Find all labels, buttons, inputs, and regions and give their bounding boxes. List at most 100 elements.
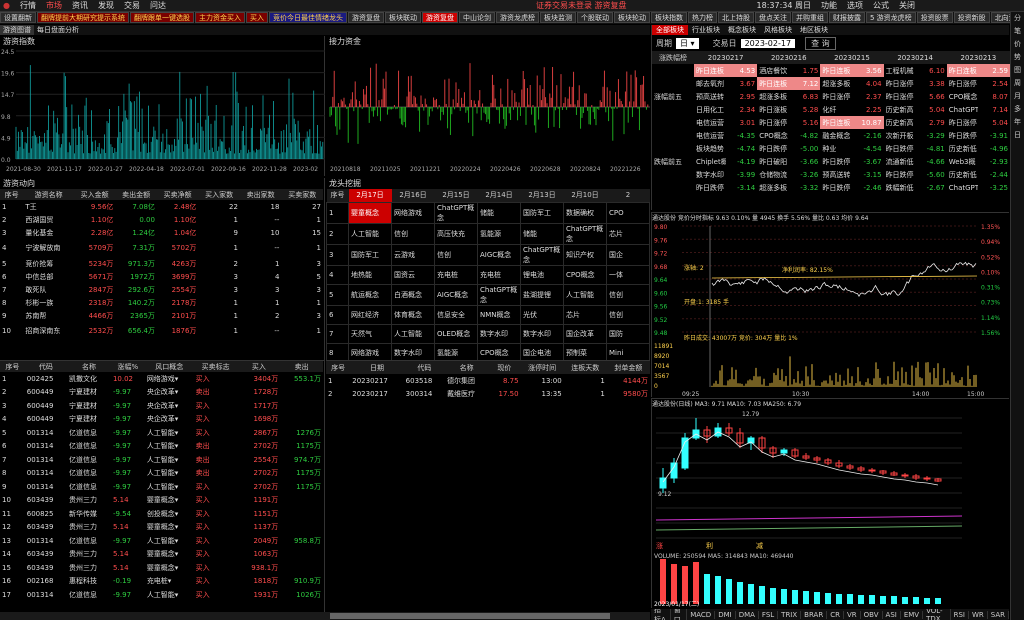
function-tab-11[interactable]: 板块监测 xyxy=(540,12,576,23)
sector-row[interactable]: 邮去氧剂 3.67 昨日连板 7.12 超涨多板 4.04 昨日涨停 3.38 昨日涨停 2.54 xyxy=(652,77,1010,90)
indicator-tab-0[interactable]: 指标A xyxy=(651,609,671,620)
dragon-row[interactable]: 3 国防军工 云游戏 信创 AIGC概念 ChatGPT概念 知识产权 国企 xyxy=(326,243,650,266)
dragon-col-0[interactable]: 序号 xyxy=(327,189,349,202)
horizontal-scrollbar[interactable] xyxy=(0,612,650,620)
sector-name[interactable]: 昨日涨停 xyxy=(947,116,979,129)
function-tab-5[interactable]: 竞价今日最佳情绪龙头 xyxy=(269,12,347,23)
function-tab-15[interactable]: 热力榜 xyxy=(688,12,717,23)
dragon-cell[interactable]: 人工智能 xyxy=(563,283,607,306)
function-tab-8[interactable]: 游资复盘 xyxy=(422,12,458,23)
stock-col-5[interactable]: 买卖标志 xyxy=(194,361,238,372)
sector-date-1[interactable]: 20230216 xyxy=(757,51,820,64)
dragon-cell[interactable]: 国企 xyxy=(606,243,650,266)
sector-name[interactable]: 昨日连板 xyxy=(820,64,852,77)
sector-name[interactable]: 昨日跌停 xyxy=(694,181,726,194)
sector-tab-1[interactable]: 行业板块 xyxy=(688,25,724,35)
stock-col-2[interactable]: 名称 xyxy=(67,361,111,372)
menu-item-3[interactable]: 发现 xyxy=(98,0,114,11)
dragon-col-2[interactable]: 2月16日 xyxy=(392,189,435,202)
indicator-tab-2[interactable]: MACD xyxy=(687,610,716,619)
sector-date-4[interactable]: 20230213 xyxy=(947,51,1010,64)
dragon-cell[interactable]: 信创 xyxy=(606,304,650,325)
function-tab-0[interactable]: 设置翻新 xyxy=(0,12,36,23)
side-tool-2[interactable]: 价 xyxy=(1011,38,1024,51)
date-input[interactable]: 2023-02-17 xyxy=(740,38,796,48)
dragon-cell[interactable]: 数字水印 xyxy=(520,323,564,344)
limit-col-1[interactable]: 日期 xyxy=(350,361,403,374)
sector-name[interactable]: 历史新低 xyxy=(947,168,979,181)
sector-name[interactable]: 超涨多板 xyxy=(820,77,852,90)
stock-col-1[interactable]: 代码 xyxy=(25,361,67,372)
sector-name[interactable]: 流通新低 xyxy=(884,155,916,168)
dragon-cell[interactable]: 高压快充 xyxy=(434,222,478,245)
top-right-menu-1[interactable]: 选项 xyxy=(847,0,863,11)
sector-name[interactable]: 邮去氧剂 xyxy=(694,77,726,90)
sector-row[interactable]: 涨幅前五 昨日连板 4.53 酒店餐饮 1.75 昨日连板 3.56 工程机械 6.10 昨日连板… xyxy=(652,64,1010,101)
indicator-tab-3[interactable]: DMI xyxy=(715,610,736,619)
stock-row[interactable]: 12 603439 贵州三力 5.14 婴童概念▾ 买入 1137万 xyxy=(0,521,323,535)
flow-row[interactable]: 6 中信总部 5671万 1972万 3699万 3 4 5 xyxy=(0,270,323,283)
limit-row[interactable]: 1 20230217 603518 德尔集团 8.75 13:00 1 4144万 xyxy=(326,374,650,387)
dragon-cell[interactable]: 天然气 xyxy=(348,323,392,344)
dragon-cell[interactable]: 人工智能 xyxy=(391,323,435,344)
side-tool-9[interactable]: 日 xyxy=(1011,129,1024,142)
sector-tab-2[interactable]: 概念板块 xyxy=(724,25,760,35)
dragon-cell[interactable]: 国企改革 xyxy=(563,323,607,344)
flow-row[interactable]: 2 西湖国贸 1.10亿 0.00 1.10亿 1 -- 1 xyxy=(0,213,323,226)
sector-name[interactable]: 跌幅新低 xyxy=(884,181,916,194)
sector-name[interactable]: 昨日涨停 xyxy=(757,116,789,129)
indicator-tab-9[interactable]: VR xyxy=(844,610,861,619)
stock-col-4[interactable]: 风口概念 xyxy=(145,361,194,372)
sector-date-3[interactable]: 20230214 xyxy=(884,51,947,64)
sector-name[interactable]: 昨日涨板 xyxy=(757,103,789,116)
dragon-cell[interactable]: ChatGPT概念 xyxy=(563,222,607,245)
sector-name[interactable]: 昨日跌停 xyxy=(884,168,916,181)
side-tool-3[interactable]: 势 xyxy=(1011,51,1024,64)
flow-row[interactable]: 4 宁波解放南 5709万 7.31万 5702万 1 -- 1 xyxy=(0,239,323,257)
stock-row[interactable]: 1 002425 凯撒文化 10.02 网络游戏▾ 买入 3404万 553.1万 xyxy=(0,372,323,386)
sector-name[interactable]: CPO概念 xyxy=(947,90,979,103)
stock-row[interactable]: 5 001314 亿道信息 -9.97 人工智能▾ 买入 2867万 1276万 xyxy=(0,426,323,440)
dragon-cell[interactable]: ChatGPT概念 xyxy=(477,283,521,306)
limit-col-5[interactable]: 涨停时间 xyxy=(521,361,564,374)
indicator-tab-10[interactable]: OBV xyxy=(861,610,883,619)
function-tab-17[interactable]: 盘点关注 xyxy=(755,12,791,23)
flow-row[interactable]: 10 招商深南东 2532万 656.4万 1876万 1 -- 1 xyxy=(0,322,323,340)
flow-col-3[interactable]: 卖出金额 xyxy=(115,189,157,200)
sector-date-2[interactable]: 20230215 xyxy=(820,51,883,64)
limit-col-4[interactable]: 现价 xyxy=(488,361,520,374)
indicator-tab-16[interactable]: SAR xyxy=(988,610,1009,619)
sector-name[interactable]: Chiplet概 xyxy=(694,155,726,168)
stock-col-7[interactable]: 卖出 xyxy=(280,361,323,372)
function-tab-6[interactable]: 游资复盘 xyxy=(348,12,384,23)
dragon-row[interactable]: 5 航运概念 白酒概念 AIGC概念 ChatGPT概念 盐湖提锂 人工智能 信创 xyxy=(326,283,650,306)
dragon-cell[interactable]: 婴童概念 xyxy=(348,201,392,224)
dragon-cell[interactable]: 3 xyxy=(326,243,349,266)
indicator-tab-4[interactable]: DMA xyxy=(736,610,759,619)
menu-item-4[interactable]: 交易 xyxy=(124,0,140,11)
dragon-cell[interactable]: 充电桩 xyxy=(434,264,478,285)
side-tool-8[interactable]: 年 xyxy=(1011,116,1024,129)
dragon-row[interactable]: 2 人工智能 信创 高压快充 氢能源 储能 ChatGPT概念 芯片 xyxy=(326,222,650,245)
dragon-row[interactable]: 7 天然气 人工智能 OLED概念 数字水印 数字水印 国企改革 国防 xyxy=(326,323,650,344)
dragon-cell[interactable]: 一体 xyxy=(606,264,650,285)
sector-tab-3[interactable]: 风格板块 xyxy=(760,25,796,35)
indicator-tab-12[interactable]: EMV xyxy=(901,610,924,619)
dragon-cell[interactable]: 7 xyxy=(326,323,349,344)
sector-name[interactable]: 融金概念 xyxy=(820,129,852,142)
indicator-tab-14[interactable]: RSI xyxy=(951,610,969,619)
sector-row[interactable]: 跌幅前五 电信运营 -4.35 CPO概念 -4.82 融金概念 -2.16 次新开板 -3.2… xyxy=(652,129,1010,166)
dragon-cell[interactable]: 国防军工 xyxy=(520,201,564,224)
dragon-cell[interactable]: 知识产权 xyxy=(563,243,607,266)
sector-name[interactable]: 次新开板 xyxy=(884,129,916,142)
flow-row[interactable]: 7 敢死队 2847万 292.6万 2554万 3 3 3 xyxy=(0,283,323,296)
dragon-cell[interactable]: AIGC概念 xyxy=(477,243,521,266)
indicator-tab-6[interactable]: TRIX xyxy=(778,610,802,619)
function-tab-1[interactable]: 翻牌提前大期研究提示系统 xyxy=(37,12,129,23)
dragon-col-5[interactable]: 2月13日 xyxy=(521,189,564,202)
side-tool-6[interactable]: 月 xyxy=(1011,90,1024,103)
function-tab-7[interactable]: 板块联动 xyxy=(385,12,421,23)
function-tab-12[interactable]: 个股联动 xyxy=(577,12,613,23)
dragon-col-6[interactable]: 2月10日 xyxy=(564,189,607,202)
function-tab-14[interactable]: 板块指数 xyxy=(651,12,687,23)
